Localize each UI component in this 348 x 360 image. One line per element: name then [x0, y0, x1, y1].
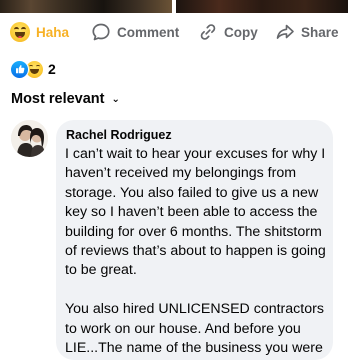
post-photos[interactable]	[0, 0, 348, 13]
haha-emoji-icon	[10, 22, 30, 42]
copy-label: Copy	[224, 24, 258, 40]
share-label: Share	[301, 24, 339, 40]
post-photo-left[interactable]	[0, 0, 172, 13]
post-action-bar: Haha Comment Copy Share	[0, 13, 348, 51]
comment-author[interactable]: Rachel Rodriguez	[66, 128, 172, 142]
link-icon	[200, 24, 216, 40]
share-button[interactable]: Share	[275, 13, 339, 51]
haha-reaction-button[interactable]: Haha	[10, 13, 69, 51]
avatar[interactable]	[11, 120, 48, 157]
chevron-down-icon: ⌄	[111, 93, 120, 105]
comment-button[interactable]: Comment	[91, 13, 179, 51]
profile-photo-icon	[11, 120, 48, 157]
post-photo-right[interactable]	[176, 0, 348, 13]
comment-label: Comment	[117, 24, 180, 40]
comment-bubble-icon	[92, 23, 110, 41]
reaction-summary[interactable]: 2	[10, 59, 56, 79]
comment-sort-dropdown[interactable]: Most relevant ⌄	[11, 91, 120, 107]
sort-label: Most relevant	[11, 91, 105, 107]
like-icon	[10, 59, 29, 79]
comment-text: I can’t wait to hear your excuses for wh…	[65, 146, 326, 357]
share-arrow-icon	[276, 24, 294, 39]
copy-button[interactable]: Copy	[198, 13, 258, 51]
reaction-count: 2	[48, 61, 56, 77]
haha-label: Haha	[36, 24, 70, 40]
